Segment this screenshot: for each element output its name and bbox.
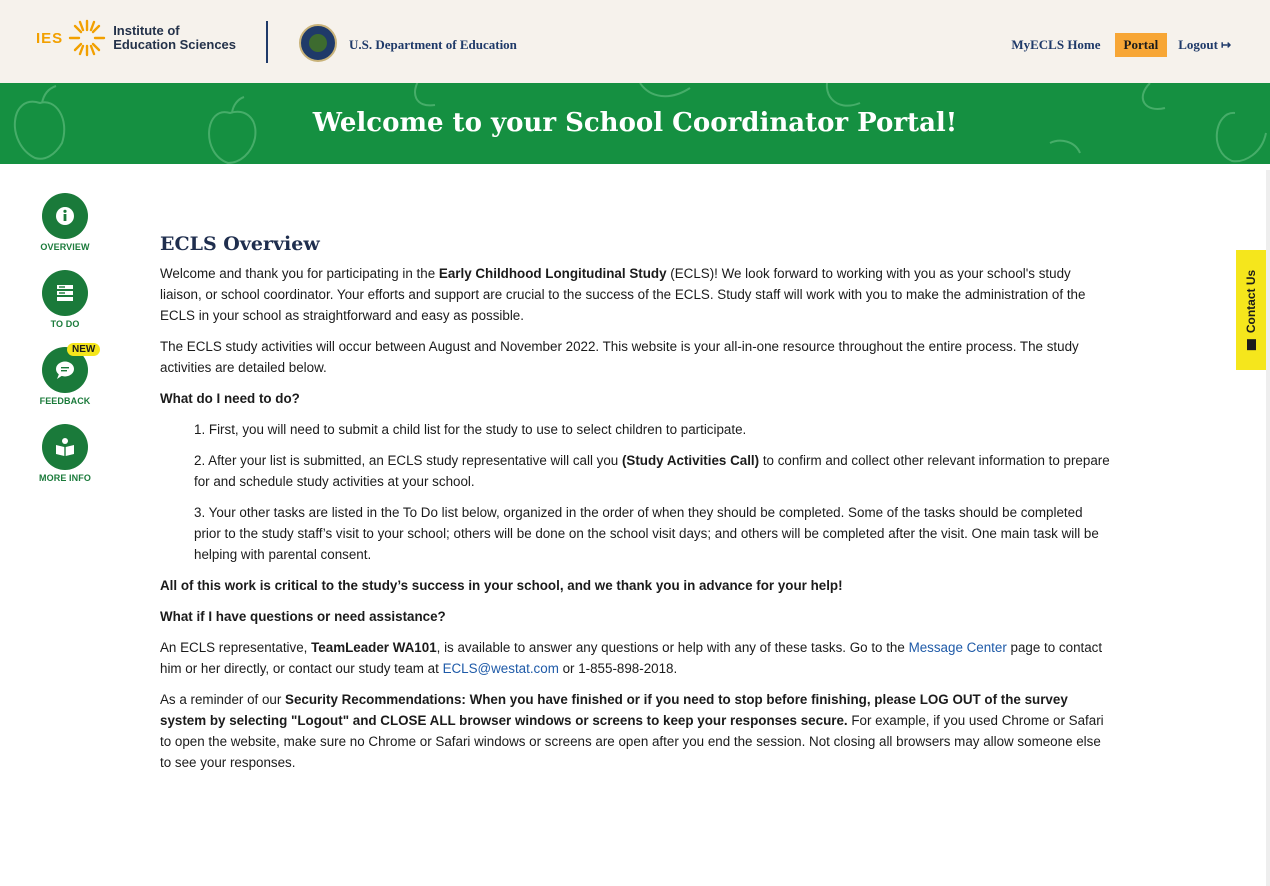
rail-label-more-info: MORE INFO: [39, 473, 91, 483]
step-item: 1. First, you will need to submit a chil…: [194, 422, 747, 437]
header-divider: [266, 21, 268, 63]
message-center-link[interactable]: Message Center: [909, 640, 1007, 655]
overview-section: ECLS Overview Welcome and thank you for …: [160, 231, 1112, 783]
logout-label: Logout: [1178, 37, 1218, 52]
contact-us-tab[interactable]: Contact Us: [1236, 250, 1266, 370]
rail-item-more-info[interactable]: MORE INFO: [33, 424, 97, 483]
what-to-do-heading: What do I need to do?: [160, 391, 300, 406]
dates-paragraph: The ECLS study activities will occur bet…: [160, 339, 1079, 375]
rail-item-todo[interactable]: TO DO: [33, 270, 97, 329]
questions-heading: What if I have questions or need assista…: [160, 609, 446, 624]
info-circle: [42, 193, 88, 239]
intro-text-a: Welcome and thank you for participating …: [160, 266, 439, 281]
critical-statement: All of this work is critical to the stud…: [160, 578, 843, 593]
rail-label-feedback: FEEDBACK: [39, 396, 91, 406]
rail-label-todo: TO DO: [50, 319, 80, 329]
rail-item-overview[interactable]: OVERVIEW: [33, 193, 97, 252]
logout-link[interactable]: Logout ↦: [1178, 37, 1231, 53]
chat-bubble-icon: [56, 361, 74, 379]
step2-text-a: 2. After your list is submitted, an ECLS…: [194, 453, 622, 468]
team-leader-name: TeamLeader WA101: [311, 640, 437, 655]
ies-name: Institute of Education Sciences: [113, 24, 236, 52]
step-item: 2. After your list is submitted, an ECLS…: [194, 450, 1112, 492]
ies-name-line1: Institute of: [113, 23, 180, 38]
contact-us-label: Contact Us: [1244, 269, 1258, 351]
assistance-paragraph: An ECLS representative, TeamLeader WA101…: [160, 637, 1112, 679]
new-badge: NEW: [67, 343, 101, 356]
study-name: Early Childhood Longitudinal Study: [438, 266, 667, 281]
banner-title: Welcome to your School Coordinator Porta…: [312, 108, 958, 138]
assist-text-c: , is available to answer any questions o…: [436, 640, 909, 655]
portal-link[interactable]: Portal: [1114, 33, 1168, 57]
top-header: IES Institute of Education Sciences U.S.…: [0, 0, 1270, 83]
assist-text-e: or 1-855-898-2018.: [558, 661, 678, 676]
list-icon: [57, 285, 73, 301]
ies-logo[interactable]: IES Institute of Education Sciences: [36, 18, 236, 58]
ies-name-line2: Education Sciences: [113, 37, 237, 52]
rail-label-overview: OVERVIEW: [40, 242, 90, 252]
welcome-banner: Welcome to your School Coordinator Porta…: [0, 83, 1270, 164]
todo-circle: [42, 270, 88, 316]
assist-text-a: An ECLS representative,: [160, 640, 312, 655]
info-icon: [56, 207, 74, 225]
reader-book-icon: [56, 438, 74, 456]
more-info-circle: [42, 424, 88, 470]
ies-sun-icon: [68, 19, 106, 57]
envelope-icon: [1247, 339, 1257, 351]
steps-list: 1. First, you will need to submit a chil…: [160, 419, 1112, 565]
myecls-home-link[interactable]: MyECLS Home: [1011, 37, 1100, 53]
study-activities-call: (Study Activities Call): [621, 453, 760, 468]
security-paragraph: As a reminder of our Security Recommenda…: [160, 689, 1112, 773]
ies-abbr: IES: [36, 29, 64, 47]
top-nav: MyECLS Home Portal Logout ↦: [1011, 33, 1231, 57]
rail-item-feedback[interactable]: NEW FEEDBACK: [33, 343, 101, 406]
email-link[interactable]: ECLS@westat.com: [443, 661, 559, 676]
step-item: 3. Your other tasks are listed in the To…: [194, 505, 1099, 562]
section-title: ECLS Overview: [160, 233, 320, 255]
logout-icon: ↦: [1220, 38, 1231, 52]
doe-name[interactable]: U.S. Department of Education: [349, 37, 517, 53]
page-scrollbar[interactable]: [1266, 170, 1270, 886]
contact-us-text: Contact Us: [1244, 269, 1258, 334]
intro-paragraph: Welcome and thank you for participating …: [160, 263, 1112, 326]
doe-seal-icon[interactable]: [299, 24, 337, 62]
security-text-a: As a reminder of our: [160, 692, 286, 707]
